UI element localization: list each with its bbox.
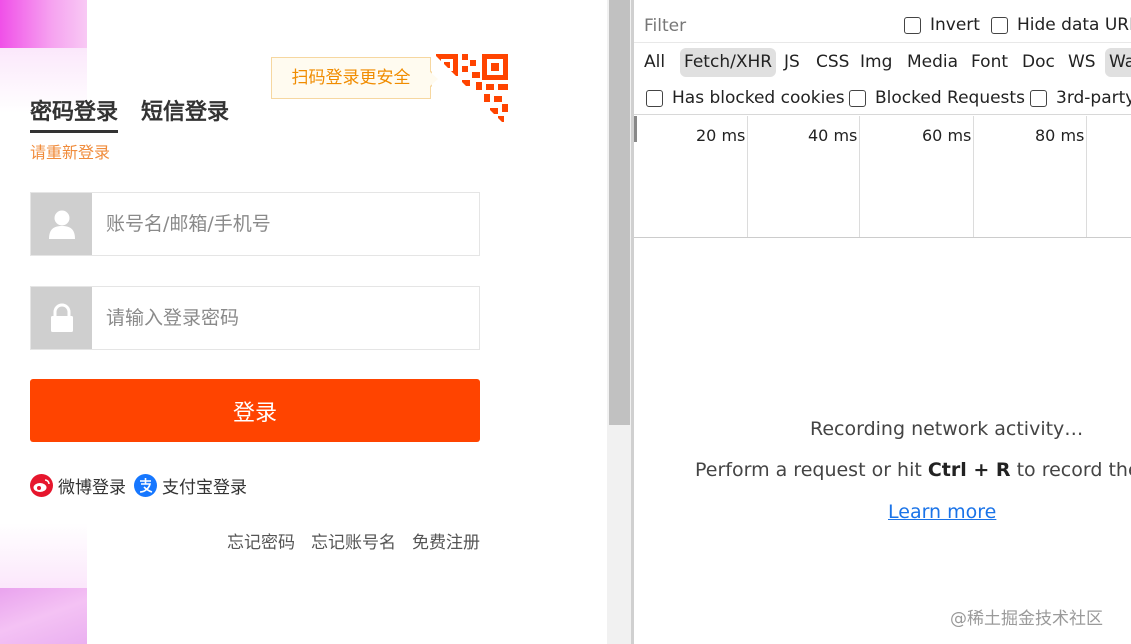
weibo-icon [30, 474, 53, 497]
timeline-tick-label: 20 ms [696, 126, 746, 145]
alipay-icon [134, 474, 157, 497]
invert-label: Invert [930, 15, 980, 35]
request-filter-checkboxes: Has blocked cookies Blocked Requests 3rd… [634, 81, 1131, 115]
qr-code-icon[interactable] [432, 52, 510, 130]
third-party-login: 微博登录 支付宝登录 [30, 473, 255, 498]
tab-password-login[interactable]: 密码登录 [30, 98, 119, 133]
register-link[interactable]: 免费注册 [412, 528, 480, 553]
type-filter-ws[interactable]: WS [1064, 48, 1100, 77]
type-filter-img[interactable]: Img [856, 48, 896, 77]
timeline-gridline [747, 116, 748, 237]
timeline-tick-label: 40 ms [808, 126, 858, 145]
password-input[interactable] [92, 287, 479, 349]
type-filter-all[interactable]: All [640, 48, 669, 77]
hide-data-urls-checkbox-box[interactable] [991, 16, 1008, 34]
invert-checkbox[interactable]: Invert [904, 15, 980, 35]
weibo-login-label: 微博登录 [58, 478, 126, 498]
relogin-hint: 请重新登录 [30, 143, 111, 162]
page-scrollbar-thumb[interactable] [609, 0, 630, 425]
record-instructions-suffix: to record the r [1016, 459, 1131, 481]
invert-checkbox-box[interactable] [904, 16, 921, 34]
type-filter-font[interactable]: Font [967, 48, 1012, 77]
qr-login-tip: 扫码登录更安全 [271, 57, 440, 99]
has-blocked-cookies-checkbox-box[interactable] [646, 89, 663, 107]
type-filter-media[interactable]: Media [903, 48, 962, 77]
blocked-requests-checkbox[interactable]: Blocked Requests [849, 88, 1025, 108]
third-party-requests-label: 3rd-party [1056, 88, 1131, 108]
type-filter-js[interactable]: JS [780, 48, 804, 77]
has-blocked-cookies-checkbox[interactable]: Has blocked cookies [646, 88, 845, 108]
username-input[interactable] [92, 193, 479, 255]
forgot-password-link[interactable]: 忘记密码 [227, 528, 295, 553]
devtools-network-panel: Invert Hide data URL All Fetch/XHR JS CS… [634, 0, 1131, 644]
type-filter-doc[interactable]: Doc [1018, 48, 1059, 77]
timeline-gridline [859, 116, 860, 237]
tab-sms-login[interactable]: 短信登录 [141, 98, 229, 128]
type-filter-wasm[interactable]: Wa [1105, 48, 1131, 77]
hide-data-urls-label: Hide data URL [1017, 15, 1131, 35]
account-help-links: 忘记密码 忘记账号名 免费注册 [211, 528, 480, 553]
timeline-gridline [1086, 116, 1087, 237]
network-empty-state: Recording network activity… Perform a re… [634, 238, 1131, 644]
reload-shortcut: Ctrl + R [927, 459, 1011, 481]
alipay-login-link[interactable]: 支付宝登录 [134, 473, 247, 498]
alipay-login-label: 支付宝登录 [162, 478, 247, 498]
watermark: @稀土掘金技术社区 [950, 609, 1103, 629]
lock-icon-box [31, 287, 92, 349]
user-icon [48, 210, 75, 239]
hide-data-urls-checkbox[interactable]: Hide data URL [991, 15, 1131, 35]
login-page: 扫码登录更安全 密码登录 短信登录 请重新登录 账号名/邮箱/手机号 登录 微博… [0, 0, 607, 644]
login-submit-button[interactable]: 登录 [30, 379, 480, 442]
third-party-requests-checkbox[interactable]: 3rd-party [1030, 88, 1131, 108]
third-party-requests-checkbox-box[interactable] [1030, 89, 1047, 107]
network-filter-input[interactable] [638, 11, 884, 41]
user-icon-box [31, 193, 92, 255]
record-instructions: Perform a request or hit Ctrl + R to rec… [695, 459, 1131, 481]
type-filter-fetch-xhr[interactable]: Fetch/XHR [680, 48, 777, 77]
blocked-requests-label: Blocked Requests [875, 88, 1025, 108]
password-field [30, 286, 480, 350]
resource-type-filters: All Fetch/XHR JS CSS Img Media Font Doc … [634, 43, 1131, 81]
login-card: 扫码登录更安全 密码登录 短信登录 请重新登录 账号名/邮箱/手机号 登录 微博… [0, 0, 607, 644]
timeline-start-marker [634, 116, 637, 142]
timeline-tick-label: 60 ms [922, 126, 972, 145]
timeline-tick-label: 80 ms [1035, 126, 1085, 145]
username-field [30, 192, 480, 256]
network-filter-bar: Invert Hide data URL [634, 0, 1131, 43]
network-overview-timeline[interactable]: 20 ms 40 ms 60 ms 80 ms [634, 116, 1131, 238]
learn-more-link[interactable]: Learn more [888, 501, 996, 523]
blocked-requests-checkbox-box[interactable] [849, 89, 866, 107]
recording-status: Recording network activity… [810, 418, 1084, 440]
timeline-gridline [973, 116, 974, 237]
record-instructions-prefix: Perform a request or hit [695, 459, 928, 481]
has-blocked-cookies-label: Has blocked cookies [672, 88, 845, 108]
forgot-account-link[interactable]: 忘记账号名 [311, 528, 396, 553]
lock-icon [50, 303, 73, 332]
weibo-login-link[interactable]: 微博登录 [30, 473, 126, 498]
type-filter-css[interactable]: CSS [812, 48, 853, 77]
